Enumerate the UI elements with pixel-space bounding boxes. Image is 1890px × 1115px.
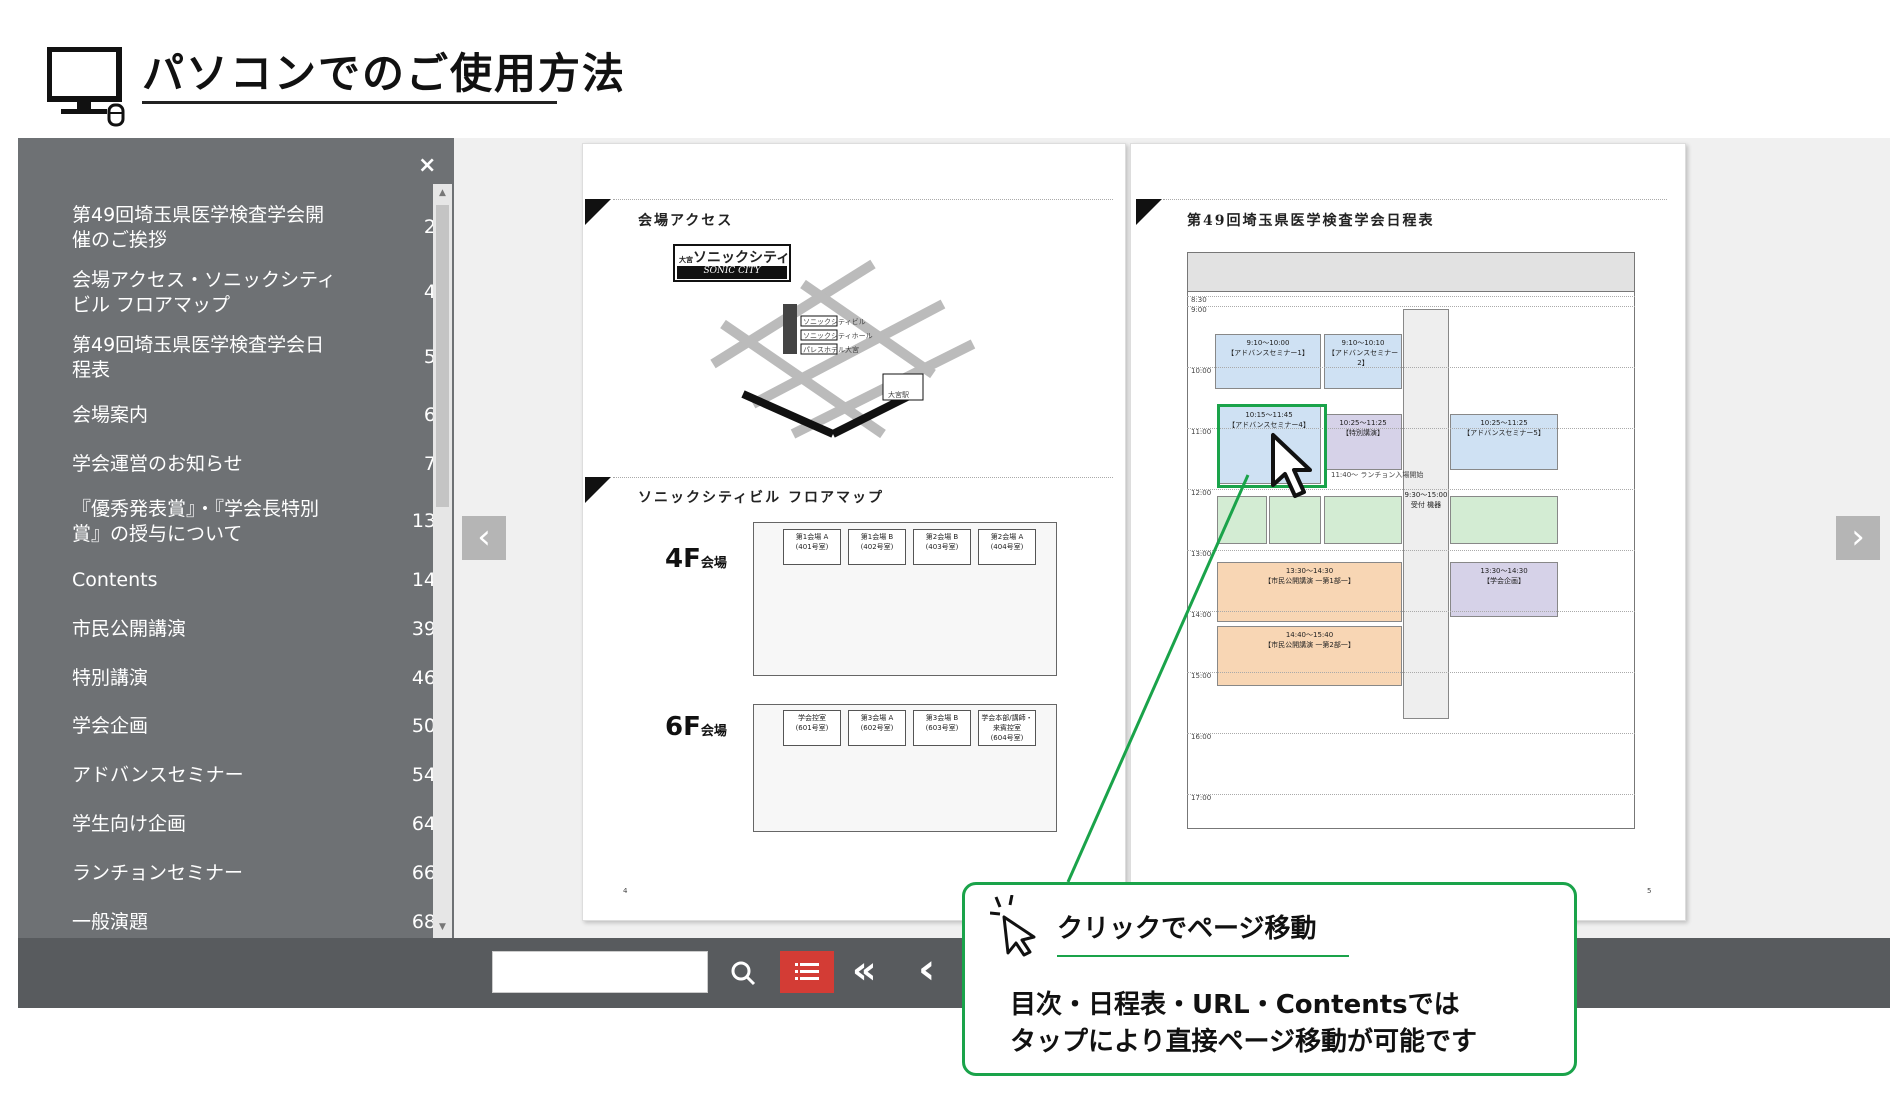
page-title: パソコンでのご使用方法 (142, 49, 627, 98)
section-marker (585, 199, 611, 225)
toc-item-page: 4 (423, 281, 436, 303)
map-label: パレスホテル大宮 (803, 346, 859, 354)
callout-leader-line (1066, 474, 1250, 883)
title-underline (142, 101, 557, 104)
toc-item-page: 7 (423, 453, 436, 475)
computer-monitor-icon (47, 47, 125, 127)
prev-page-toolbar-button[interactable]: ‹ (918, 944, 935, 993)
map-label: ソニックシティホール (803, 332, 873, 340)
floormap-title: ソニックシティビル フロアマップ (638, 490, 885, 506)
time-label: 8:30 (1191, 296, 1207, 304)
toc-item-page: 6 (423, 404, 436, 426)
reception-block: 9:30〜15:00 受付 機器 (1403, 309, 1449, 719)
toc-toggle-button[interactable] (780, 951, 834, 993)
section-marker (585, 477, 611, 503)
floor-6f-label: 6F会場 (665, 712, 727, 742)
room-602: 第3会場 A (602号室) (848, 710, 906, 746)
close-icon[interactable]: × (418, 153, 436, 178)
access-map (710, 259, 976, 439)
map-label: ソニックシティビル (803, 318, 866, 326)
toc-item-page: 46 (411, 667, 436, 689)
room-401: 第1会場 A (401号室) (783, 529, 841, 565)
advanced-seminar-2[interactable]: 9:10〜10:10 【アドバンスセミナー2】 (1324, 334, 1402, 389)
cursor-click-icon (990, 895, 1036, 957)
toc-item-page: 5 (423, 346, 436, 368)
time-gridline (1187, 306, 1635, 307)
scroll-down-icon[interactable]: ▼ (436, 922, 449, 932)
first-page-button[interactable]: « (852, 948, 877, 992)
scrollbar-thumb[interactable] (436, 205, 449, 507)
page-folio: 4 (623, 887, 628, 895)
room-404: 第2会場 A (404号室) (978, 529, 1036, 565)
room-603: 第3会場 B (603号室) (913, 710, 971, 746)
time-label: 10:00 (1191, 367, 1212, 375)
pointer-cursor-icon (1271, 433, 1312, 498)
toc-item-title: 市民公開講演 (72, 618, 187, 640)
next-page-button[interactable]: › (1836, 516, 1880, 560)
advanced-seminar-1[interactable]: 9:10〜10:00 【アドバンスセミナー1】 (1215, 334, 1321, 389)
schedule-header (1187, 252, 1635, 292)
room-403: 第2会場 B (403号室) (913, 529, 971, 565)
time-label: 9:00 (1191, 306, 1207, 314)
toc-item-title: 学会運営のお知らせ (72, 453, 243, 475)
prev-page-button[interactable]: ‹ (462, 516, 506, 560)
viewer-toolbar (18, 938, 1890, 1008)
section-marker (1136, 199, 1162, 225)
luncheon-seminar[interactable] (1324, 496, 1402, 544)
special-lecture[interactable]: 10:25〜11:25 【特別講演】 (1324, 414, 1402, 470)
toc-item-page: 13 (411, 510, 436, 532)
toc-item-page: 39 (411, 618, 436, 640)
floor-4f-label: 4F会場 (665, 544, 727, 574)
lunch-notice: 11:40〜 ランチョン入場開始 (1331, 471, 1424, 479)
list-icon (795, 963, 819, 980)
room-601: 学会控室 (601号室) (783, 710, 841, 746)
toc-item-page: 14 (411, 569, 436, 591)
toc-item-title: 第49回埼玉県医学検査学会日程表 (72, 334, 325, 381)
schedule-title: 第49回埼玉県医学検査学会日程表 (1187, 213, 1435, 229)
callout-title: クリックでページ移動 (1057, 914, 1317, 944)
toc-item-title: 会場案内 (72, 404, 149, 426)
stage: パソコンでのご使用方法 会場アクセス 大宮ソニックシティ SONIC CITY (0, 0, 1890, 1115)
toc-item-page: 66 (411, 862, 436, 884)
time-label: 11:00 (1191, 428, 1212, 436)
toc-item-title: アドバンスセミナー (72, 764, 244, 786)
magnifier-icon[interactable] (730, 960, 756, 986)
page-folio: 5 (1647, 887, 1652, 895)
search-input[interactable] (492, 951, 708, 993)
access-title: 会場アクセス (638, 213, 734, 229)
toc-item-page: 64 (411, 813, 436, 835)
toc-item-page: 68 (411, 911, 436, 933)
advanced-seminar-5[interactable]: 10:25〜11:25 【アドバンスセミナー5】 (1450, 414, 1558, 470)
toc-item-title: 『優秀発表賞』・『学会長特別賞』の授与について (72, 498, 320, 545)
map-label: 大宮駅 (888, 391, 909, 399)
room-402: 第1会場 B (402号室) (848, 529, 906, 565)
luncheon-seminar[interactable] (1450, 496, 1558, 544)
callout-title-underline (1057, 955, 1349, 957)
callout-description: 目次・日程表・URL・Contentsでは タップにより直接ページ移動が可能です (1010, 990, 1477, 1057)
toc-item-title: 学生向け企画 (72, 813, 187, 835)
toc-item-title: 会場アクセス・ソニックシティビル フロアマップ (72, 269, 336, 316)
toc-item-page: 2 (423, 216, 436, 238)
society-program[interactable]: 13:30〜14:30 【学会企画】 (1450, 562, 1558, 617)
toc-item-title: Contents (72, 569, 158, 591)
toc-item-title: 一般演題 (72, 911, 149, 933)
scroll-up-icon[interactable]: ▲ (436, 188, 449, 198)
divider (613, 199, 1113, 200)
divider (1163, 199, 1667, 200)
toc-item-title: ランチョンセミナー (72, 862, 244, 884)
toc-item-title: 第49回埼玉県医学検査学会開催のご挨拶 (72, 204, 325, 251)
toc-item-title: 学会企画 (72, 715, 149, 737)
time-gridline (1187, 296, 1635, 297)
toc-item-page: 50 (411, 715, 436, 737)
divider (613, 477, 1113, 478)
room-604: 学会本部/講師・来賓控室 (604号室) (978, 710, 1036, 746)
book-page-left[interactable]: 会場アクセス 大宮ソニックシティ SONIC CITY ソニックシティビル ソニ… (582, 143, 1126, 921)
toc-item-title: 特別講演 (72, 667, 149, 689)
toc-item-page: 54 (411, 764, 436, 786)
time-gridline (1187, 367, 1635, 368)
